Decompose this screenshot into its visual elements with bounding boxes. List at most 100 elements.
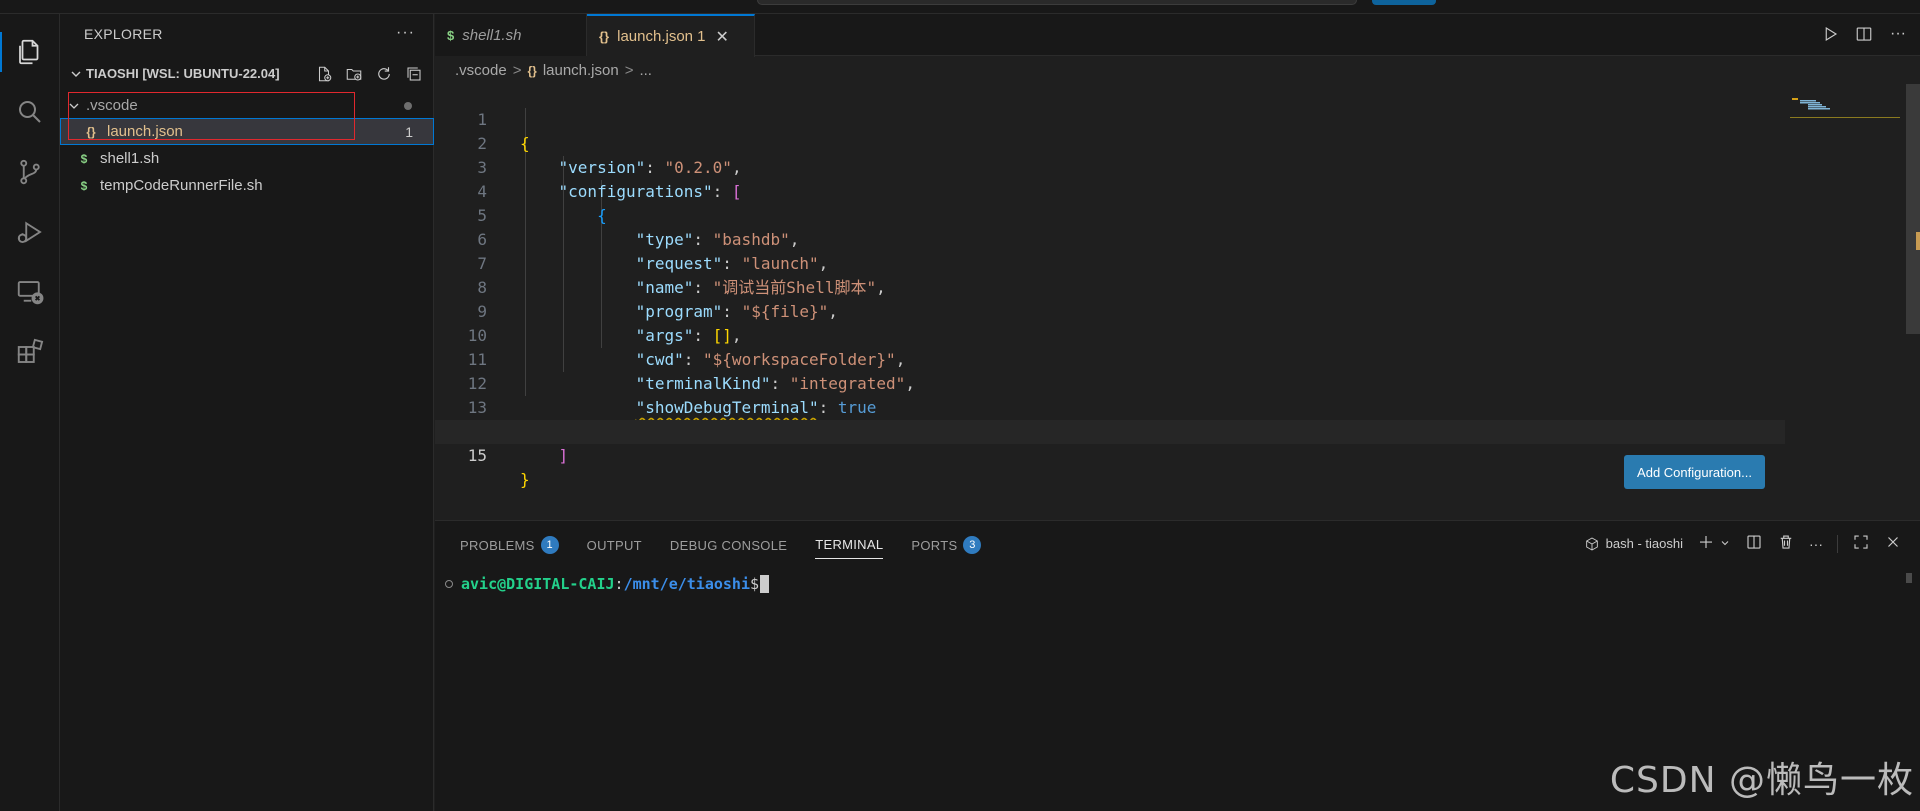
breadcrumb-symbol[interactable]: ... bbox=[639, 62, 652, 79]
tab-shell1-sh[interactable]: $ shell1.sh bbox=[435, 14, 587, 56]
breadcrumb-separator: > bbox=[512, 62, 522, 79]
terminal-prompt-line[interactable]: avic@DIGITAL-CAIJ:/mnt/e/tiaoshi $ bbox=[445, 575, 770, 593]
line-number: 15 bbox=[467, 446, 487, 465]
code-line-current: 15 } bbox=[435, 420, 1785, 489]
tab-output[interactable]: OUTPUT bbox=[587, 531, 642, 559]
split-terminal-icon[interactable] bbox=[1745, 533, 1763, 554]
tree-item-label: .vscode bbox=[86, 97, 138, 114]
modified-dot bbox=[404, 101, 412, 110]
json-file-icon: {} bbox=[599, 29, 610, 44]
panel-actions: bash - tiaoshi ··· bbox=[1584, 533, 1902, 554]
trash-icon[interactable] bbox=[1777, 533, 1795, 554]
explorer-sidebar: EXPLORER ··· TIAOSHI [WSL: UBUNTU-22.04]… bbox=[60, 14, 434, 811]
shell-file-icon: $ bbox=[80, 178, 88, 193]
sidebar-title: EXPLORER bbox=[84, 26, 163, 42]
tree-item-shell1-sh[interactable]: $ shell1.sh bbox=[60, 145, 434, 172]
terminal-cursor bbox=[760, 575, 770, 593]
problems-count-badge: 1 bbox=[540, 536, 559, 554]
tree-item-tempcoderunnerfile-sh[interactable]: $ tempCodeRunnerFile.sh bbox=[60, 172, 434, 199]
extensions-icon[interactable] bbox=[0, 324, 60, 380]
tab-ports[interactable]: PORTS 3 bbox=[911, 531, 982, 559]
code-line: 8 "program": "${file}", bbox=[435, 252, 1785, 321]
title-bar-remnant bbox=[0, 0, 1920, 14]
more-actions-icon[interactable]: ··· bbox=[396, 24, 415, 42]
chevron-down-icon[interactable] bbox=[1719, 536, 1731, 552]
code-line: 10 "cwd": "${workspaceFolder}", bbox=[435, 300, 1785, 369]
tab-label: PORTS bbox=[911, 537, 958, 553]
tab-debug-console[interactable]: DEBUG CONSOLE bbox=[670, 531, 787, 559]
tree-item-label: tempCodeRunnerFile.sh bbox=[100, 177, 263, 194]
split-editor-icon[interactable] bbox=[1854, 24, 1874, 44]
refresh-icon[interactable] bbox=[374, 64, 394, 84]
tab-label: shell1.sh bbox=[462, 26, 522, 44]
new-file-icon[interactable] bbox=[314, 64, 334, 84]
code-line: 9 "args": [], bbox=[435, 276, 1785, 345]
editor-scrollbar[interactable] bbox=[1906, 84, 1920, 334]
code-line: 12 "showDebugTerminal": true bbox=[435, 348, 1785, 417]
tree-item-label: launch.json bbox=[107, 123, 183, 140]
terminal-user-host: avic@DIGITAL-CAIJ bbox=[461, 575, 615, 593]
terminal-selector[interactable]: bash - tiaoshi bbox=[1584, 536, 1683, 552]
editor-tabs: $ shell1.sh {} launch.json 1 ✕ ··· bbox=[435, 14, 1920, 57]
collapse-all-icon[interactable] bbox=[404, 64, 424, 84]
run-icon[interactable] bbox=[1820, 24, 1840, 44]
workspace-name: TIAOSHI [WSL: UBUNTU-22.04] bbox=[86, 66, 280, 81]
tree-item-launch-json[interactable]: {} launch.json 1 bbox=[60, 118, 434, 145]
scrollbar-marker bbox=[1916, 232, 1920, 250]
search-icon[interactable] bbox=[0, 84, 60, 140]
new-terminal-icon[interactable] bbox=[1697, 533, 1715, 554]
files-icon[interactable] bbox=[0, 24, 60, 80]
terminal-profile-icon bbox=[1585, 536, 1598, 551]
breadcrumb-separator: > bbox=[624, 62, 634, 79]
terminal-prompt-symbol: $ bbox=[750, 575, 760, 593]
editor-area: $ shell1.sh {} launch.json 1 ✕ ··· .vsco… bbox=[435, 14, 1920, 520]
tab-label: PROBLEMS bbox=[460, 537, 535, 553]
terminal-path: /mnt/e/tiaoshi bbox=[623, 575, 750, 593]
tab-label: DEBUG CONSOLE bbox=[669, 537, 788, 553]
tab-problems[interactable]: PROBLEMS 1 bbox=[460, 531, 559, 559]
activity-bar bbox=[0, 14, 60, 811]
remote-explorer-icon[interactable] bbox=[0, 264, 60, 320]
source-control-icon[interactable] bbox=[0, 144, 60, 200]
divider bbox=[1837, 534, 1838, 553]
code-line: 5 "type": "bashdb", bbox=[435, 180, 1785, 249]
new-folder-icon[interactable] bbox=[344, 64, 364, 84]
terminal-scrollbar[interactable] bbox=[1906, 573, 1912, 583]
minimap[interactable] bbox=[1790, 84, 1900, 124]
code-line: 11 "terminalKind": "integrated", bbox=[435, 324, 1785, 393]
tab-label: OUTPUT bbox=[586, 537, 642, 553]
maximize-panel-icon[interactable] bbox=[1852, 533, 1870, 554]
code-line: 7 "name": "调试当前Shell脚本", bbox=[435, 228, 1785, 297]
close-icon[interactable] bbox=[1884, 533, 1902, 554]
panel-tabs: PROBLEMS 1 OUTPUT DEBUG CONSOLE TERMINAL… bbox=[460, 531, 982, 559]
tree-item-vscode-folder[interactable]: .vscode bbox=[60, 92, 434, 119]
tab-label: launch.json 1 bbox=[617, 28, 706, 45]
json-file-icon: {} bbox=[527, 63, 537, 78]
accent-button[interactable] bbox=[1372, 0, 1436, 5]
code-line: 3 "configurations": [ bbox=[435, 132, 1785, 201]
command-center[interactable] bbox=[757, 0, 1357, 5]
tab-terminal[interactable]: TERMINAL bbox=[815, 531, 884, 559]
breadcrumb-file[interactable]: launch.json bbox=[543, 62, 619, 79]
more-actions-icon[interactable]: ··· bbox=[1809, 536, 1823, 552]
workspace-section-header[interactable]: TIAOSHI [WSL: UBUNTU-22.04] bbox=[60, 60, 434, 88]
more-actions-icon[interactable]: ··· bbox=[1888, 24, 1908, 44]
code-line: 4 { bbox=[435, 156, 1785, 225]
breadcrumb-folder[interactable]: .vscode bbox=[455, 62, 507, 79]
code-editor[interactable]: 1 { 2 "version": "0.2.0", 3 "configurati… bbox=[435, 84, 1785, 489]
terminal-colon: : bbox=[614, 575, 624, 593]
tab-launch-json[interactable]: {} launch.json 1 ✕ bbox=[587, 14, 755, 57]
json-bracket: ] bbox=[558, 446, 569, 465]
chevron-down-icon bbox=[71, 71, 81, 77]
ports-count-badge: 3 bbox=[963, 536, 982, 554]
tree-item-label: shell1.sh bbox=[100, 150, 160, 167]
json-file-icon: {} bbox=[86, 124, 96, 139]
code-line: 1 { bbox=[435, 84, 1785, 153]
watermark: CSDN @懒鸟一枚 bbox=[1609, 760, 1914, 801]
add-configuration-button[interactable]: Add Configuration... bbox=[1624, 455, 1765, 489]
command-decoration-icon bbox=[445, 580, 453, 588]
run-debug-icon[interactable] bbox=[0, 204, 60, 260]
close-icon[interactable]: ✕ bbox=[716, 27, 729, 47]
shell-file-icon: $ bbox=[447, 27, 455, 43]
problem-count: 1 bbox=[405, 123, 413, 140]
